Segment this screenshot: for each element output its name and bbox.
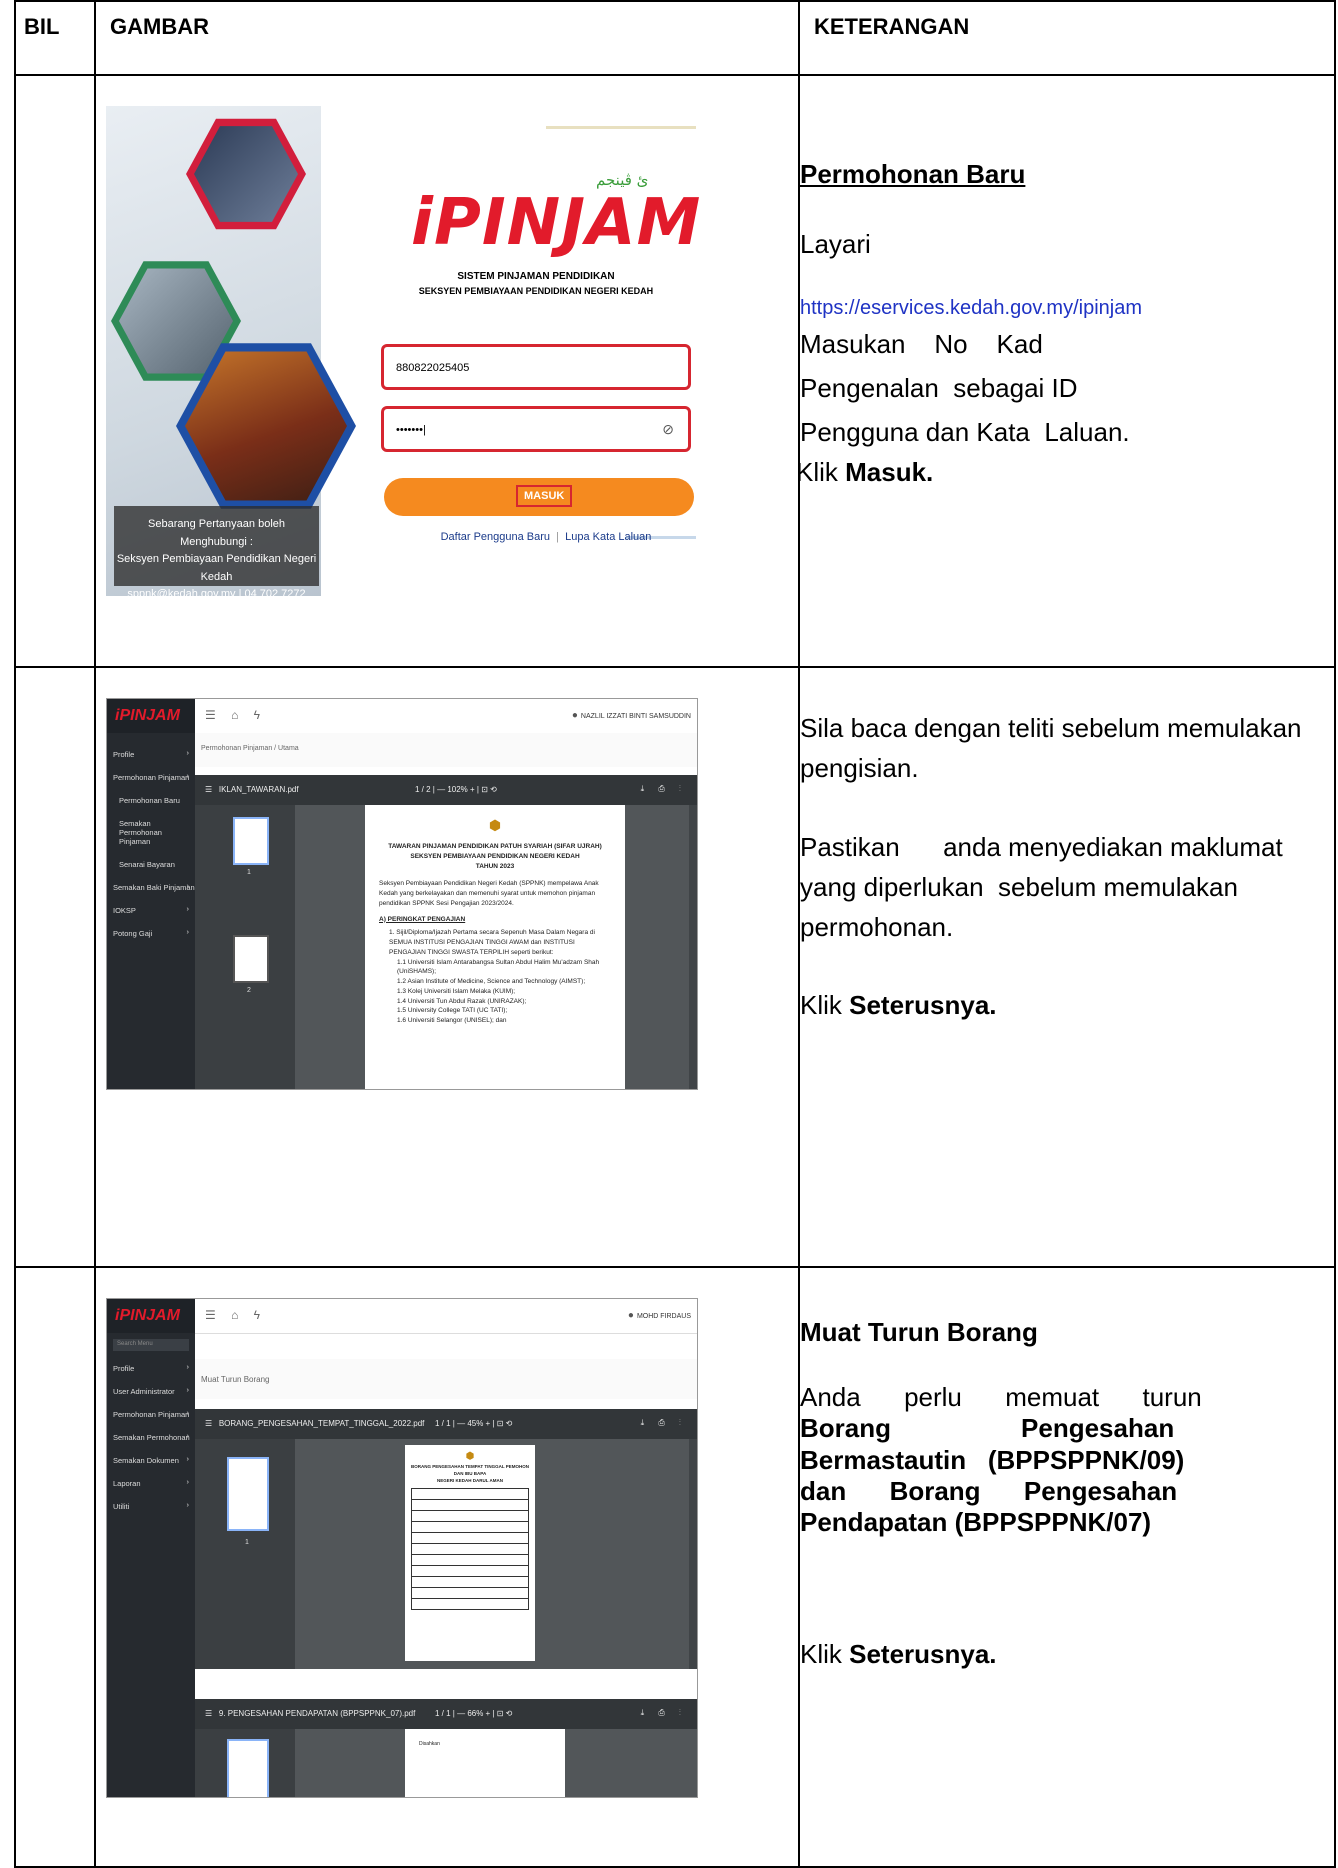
thumbnail-page[interactable]	[233, 935, 269, 983]
breadcrumb: Permohonan Pinjaman / Utama	[195, 733, 697, 767]
sidebar-item[interactable]: Utiliti	[107, 1495, 195, 1518]
pdf-page: ⬢ TAWARAN PINJAMAN PENDIDIKAN PATUH SYAR…	[365, 805, 625, 1089]
crest-icon: ⬢	[488, 817, 502, 833]
sidebar-item[interactable]: IOKSP	[107, 899, 195, 922]
section-title: Permohonan Baru	[800, 159, 1026, 189]
sidebar-item[interactable]: Semakan Permohonan Pinjaman	[107, 812, 195, 853]
password-input[interactable]: •••••••| ⊘	[381, 406, 691, 452]
ipinjam-logo: iPINJAM	[411, 186, 702, 260]
section-title: Muat Turun Borang	[800, 1317, 1038, 1347]
download-print-icons[interactable]: ⤓ ⎙ ⋮	[641, 1418, 687, 1428]
url-link[interactable]: https://eservices.kedah.gov.my/ipinjam	[800, 293, 1334, 324]
pdf-page: Disahkan	[405, 1729, 565, 1797]
contact-box: Sebarang Pertanyaan boleh Menghubungi : …	[114, 506, 319, 596]
row-muat-turun: iPINJAM Search Menu Profile User Adminis…	[14, 1266, 1336, 1868]
pdf-page-controls[interactable]: 1 / 2 | — 102% + | ⊡ ⟲	[415, 785, 497, 794]
pdf-page-controls[interactable]: 1 / 1 | — 45% + | ⊡ ⟲	[435, 1419, 512, 1428]
topbar: ☰ ⌂ ϟ NAZLIL IZZATI BINTI SAMSUDDIN	[195, 699, 697, 734]
sidebar-item[interactable]: Permohonan Pinjaman	[107, 1403, 195, 1426]
sidebar-item[interactable]: Permohonan Baru	[107, 789, 195, 812]
login-screenshot: Sebarang Pertanyaan boleh Menghubungi : …	[106, 106, 706, 596]
header-keterangan: KETERANGAN	[798, 0, 1336, 76]
keterangan-cell: Sila baca dengan teliti sebelum memulaka…	[798, 666, 1336, 1268]
row-login: Sebarang Pertanyaan boleh Menghubungi : …	[14, 74, 1336, 668]
gambar-cell: iPINJAM Search Menu Profile User Adminis…	[94, 1266, 800, 1868]
gambar-cell: Sebarang Pertanyaan boleh Menghubungi : …	[94, 74, 800, 668]
forgot-password-link[interactable]: Lupa Kata Laluan	[565, 531, 651, 543]
sidebar-brand: iPINJAM	[107, 699, 195, 733]
pdf-filename: 9. PENGESAHAN PENDAPATAN (BPPSPPNK_07).p…	[218, 1709, 416, 1718]
bil-cell	[14, 74, 96, 668]
login-links: Daftar Pengguna Baru | Lupa Kata Laluan	[440, 531, 652, 543]
keterangan-cell: Muat Turun Borang Anda perlu memuat turu…	[798, 1266, 1336, 1868]
app-screenshot-borang: iPINJAM Search Menu Profile User Adminis…	[106, 1298, 698, 1798]
pdf-toolbar: ☰ BORANG_PENGESAHAN_TEMPAT_TINGGAL_2022.…	[195, 1409, 697, 1439]
scrollbar[interactable]	[689, 805, 697, 1089]
pdf-filename: BORANG_PENGESAHAN_TEMPAT_TINGGAL_2022.pd…	[218, 1419, 425, 1428]
crest-icon: ⬢	[465, 1451, 475, 1462]
pdf-page-controls[interactable]: 1 / 1 | — 66% + | ⊡ ⟲	[435, 1709, 512, 1718]
menu-icon[interactable]: ☰ ⌂ ϟ	[205, 1308, 266, 1322]
sidebar-item[interactable]: Permohonan Pinjaman	[107, 766, 195, 789]
sidebar-item[interactable]: Profile	[107, 743, 195, 766]
download-print-icons[interactable]: ⤓ ⎙ ⋮	[641, 784, 687, 794]
instruction-table: BIL GAMBAR KETERANGAN Sebarang Pertanyaa…	[14, 0, 1336, 1868]
user-name[interactable]: MOHD FIRDAUS	[628, 1310, 691, 1321]
header-bil: BIL	[14, 0, 96, 76]
pdf-page: ⬢ BORANG PENGESAHAN TEMPAT TINGGAL PEMOH…	[405, 1445, 535, 1661]
sidebar: iPINJAM Search Menu Profile User Adminis…	[107, 1299, 195, 1797]
pdf-toolbar: ☰ 9. PENGESAHAN PENDAPATAN (BPPSPPNK_07)…	[195, 1699, 697, 1729]
header-gambar: GAMBAR	[94, 0, 800, 76]
logo-subtitle-2: SEKSYEN PEMBIAYAAN PENDIDIKAN NEGERI KED…	[418, 286, 654, 296]
sidebar-item[interactable]: Semakan Dokumen	[107, 1449, 195, 1472]
sidebar-item[interactable]: Senarai Bayaran	[107, 853, 195, 876]
bil-cell	[14, 666, 96, 1268]
menu-icon[interactable]: ☰ ⌂ ϟ	[205, 708, 266, 722]
app-screenshot-tawaran: iPINJAM Profile Permohonan Pinjaman Perm…	[106, 698, 698, 1090]
download-print-icons[interactable]: ⤓ ⎙ ⋮	[641, 1708, 687, 1718]
sidebar: iPINJAM Profile Permohonan Pinjaman Perm…	[107, 699, 195, 1089]
bil-cell	[14, 1266, 96, 1868]
document-page: BIL GAMBAR KETERANGAN Sebarang Pertanyaa…	[0, 0, 1338, 1868]
register-link[interactable]: Daftar Pengguna Baru	[441, 531, 550, 543]
sidebar-item[interactable]: Potong Gaji	[107, 922, 195, 945]
sidebar-item[interactable]: User Administrator	[107, 1380, 195, 1403]
pdf-filename: ☰ IKLAN_TAWARAN.pdf	[205, 785, 299, 794]
sidebar-item[interactable]: Semakan Permohonan	[107, 1426, 195, 1449]
ic-number-input[interactable]: 880822025405	[381, 344, 691, 390]
form-table	[411, 1488, 529, 1611]
gambar-cell: iPINJAM Profile Permohonan Pinjaman Perm…	[94, 666, 800, 1268]
thumbnail-page[interactable]	[227, 1739, 269, 1797]
pdf-viewer-1: ☰ BORANG_PENGESAHAN_TEMPAT_TINGGAL_2022.…	[195, 1409, 697, 1669]
header-row: BIL GAMBAR KETERANGAN	[14, 0, 1336, 76]
sidebar-item[interactable]: Profile	[107, 1357, 195, 1380]
sidebar-brand: iPINJAM	[107, 1299, 195, 1333]
user-name[interactable]: NAZLIL IZZATI BINTI SAMSUDDIN	[572, 710, 691, 721]
pdf-thumbnails: 1 2	[195, 805, 295, 1089]
hex-collage: Sebarang Pertanyaan boleh Menghubungi : …	[106, 106, 356, 596]
sidebar-item[interactable]: Laporan	[107, 1472, 195, 1495]
pdf-toolbar: ☰ IKLAN_TAWARAN.pdf 1 / 2 | — 102% + | ⊡…	[195, 775, 697, 805]
pdf-viewer-2: ☰ 9. PENGESAHAN PENDAPATAN (BPPSPPNK_07)…	[195, 1699, 697, 1797]
pdf-thumbnails	[195, 1729, 295, 1797]
masuk-button[interactable]: MASUK	[384, 478, 694, 516]
thumbnail-page[interactable]	[227, 1457, 269, 1531]
eye-icon[interactable]: ⊘	[662, 421, 674, 438]
pdf-viewer: ☰ IKLAN_TAWARAN.pdf 1 / 2 | — 102% + | ⊡…	[195, 775, 697, 1089]
scrollbar[interactable]	[689, 1439, 697, 1669]
page-heading: Muat Turun Borang	[195, 1359, 697, 1399]
keterangan-cell: Permohonan Baru Layari https://eservices…	[796, 74, 1336, 668]
pdf-thumbnails: 1	[195, 1439, 295, 1669]
search-menu-input[interactable]: Search Menu	[113, 1339, 189, 1351]
sidebar-item[interactable]: Semakan Baki Pinjaman	[107, 876, 195, 899]
topbar: ☰ ⌂ ϟ MOHD FIRDAUS	[195, 1299, 697, 1334]
thumbnail-page[interactable]	[233, 817, 269, 865]
row-tawaran: iPINJAM Profile Permohonan Pinjaman Perm…	[14, 666, 1336, 1268]
logo-subtitle: SISTEM PINJAMAN PENDIDIKAN	[457, 271, 615, 282]
